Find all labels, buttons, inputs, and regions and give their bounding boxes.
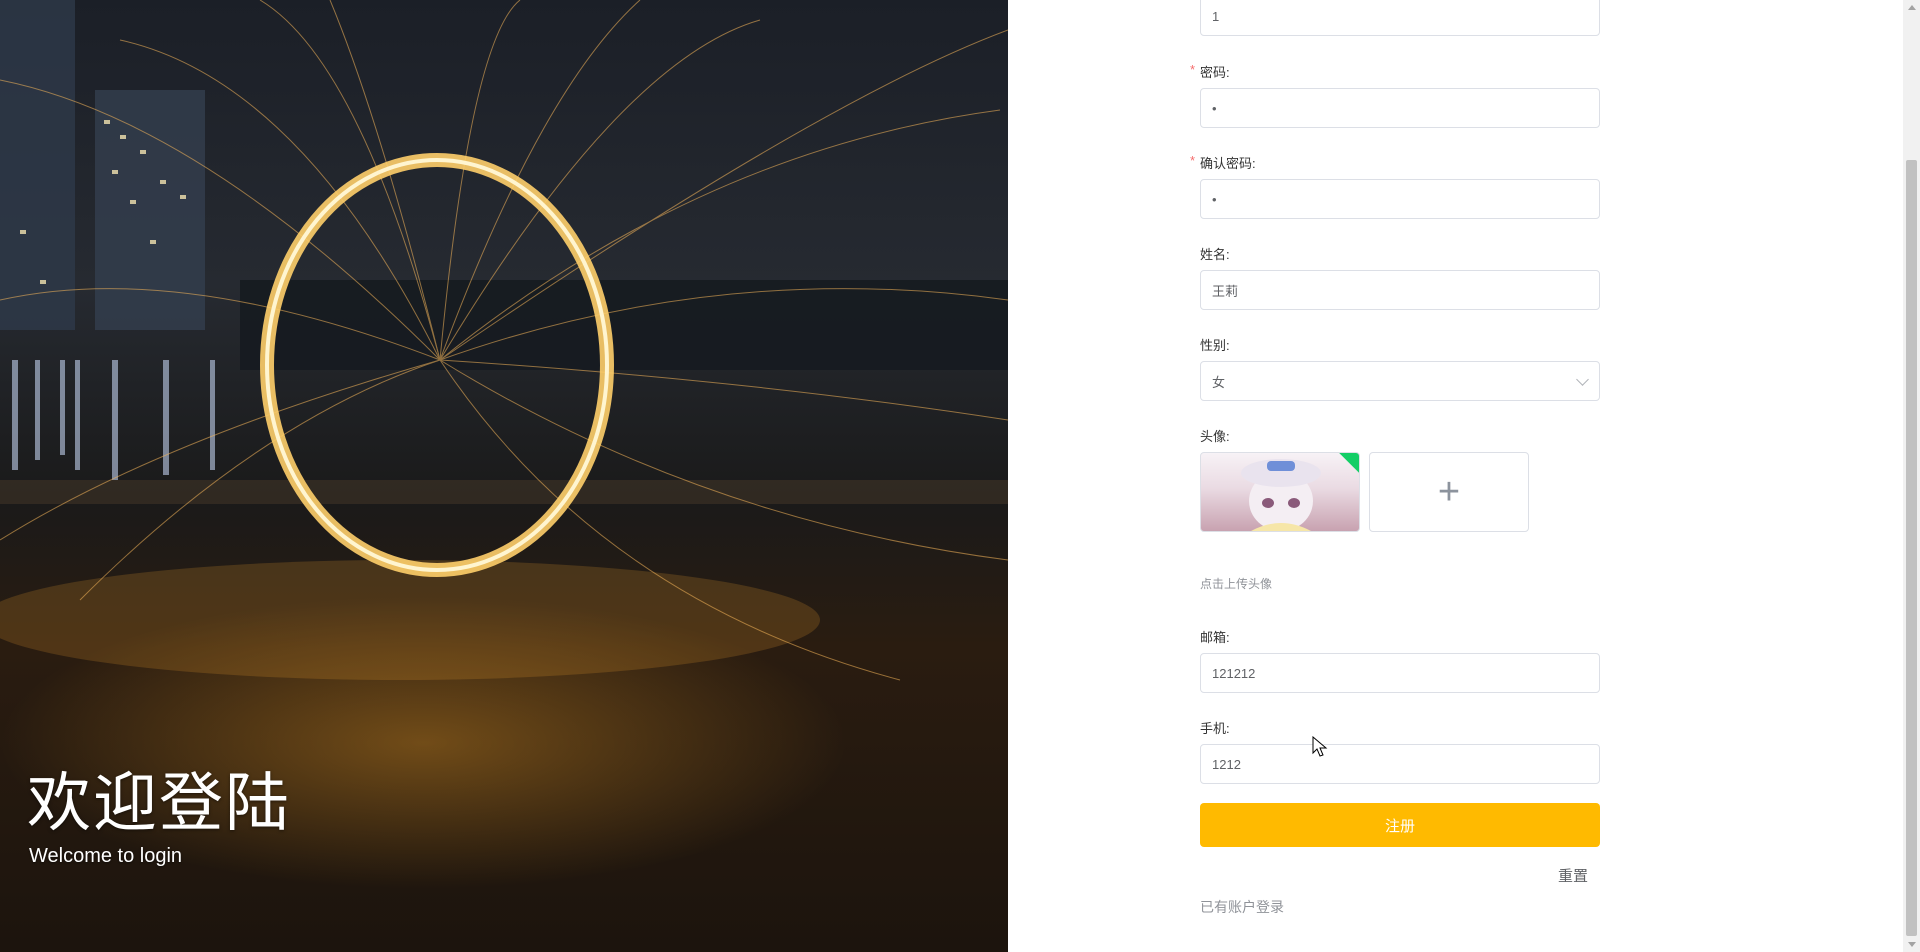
- avatar-preview[interactable]: [1200, 452, 1360, 532]
- hero-subtitle: Welcome to login: [29, 845, 183, 867]
- required-mark: *: [1190, 62, 1196, 77]
- email-input[interactable]: 121212: [1200, 653, 1600, 693]
- register-button[interactable]: 注册: [1200, 803, 1600, 847]
- chevron-down-icon: [1576, 373, 1589, 386]
- login-link[interactable]: 已有账户登录: [1200, 897, 1284, 917]
- register-page: 欢迎登陆 Welcome to login 1 * 密码: • * 确认密码: …: [0, 0, 1920, 952]
- name-input[interactable]: 王莉: [1200, 270, 1600, 310]
- hero-title: 欢迎登陆: [27, 767, 291, 841]
- confirm-password-label: * 确认密码:: [1190, 153, 1256, 171]
- avatar-label: 头像:: [1200, 429, 1230, 444]
- name-label: 姓名:: [1200, 247, 1230, 262]
- password-label: * 密码:: [1190, 62, 1230, 80]
- gender-select-value: 女: [1212, 374, 1226, 390]
- vertical-scrollbar[interactable]: [1903, 0, 1920, 952]
- required-mark: *: [1190, 153, 1196, 168]
- phone-input[interactable]: 1212: [1200, 744, 1600, 784]
- avatar-upload-button[interactable]: +: [1369, 452, 1529, 532]
- email-label: 邮箱:: [1200, 630, 1230, 645]
- username-input[interactable]: 1: [1200, 0, 1600, 36]
- plus-icon: +: [1437, 470, 1461, 513]
- scroll-thumb[interactable]: [1906, 160, 1917, 936]
- scroll-up-icon[interactable]: [1908, 5, 1916, 10]
- phone-label: 手机:: [1200, 721, 1230, 736]
- confirm-password-input[interactable]: •: [1200, 179, 1600, 219]
- gender-label: 性别:: [1200, 338, 1230, 353]
- avatar-image: [1241, 459, 1321, 531]
- password-input[interactable]: •: [1200, 88, 1600, 128]
- gender-select[interactable]: 女: [1200, 361, 1600, 401]
- avatar-upload-hint: 点击上传头像: [1200, 577, 1273, 591]
- hero-background-image: 欢迎登陆 Welcome to login: [0, 0, 1008, 952]
- mouse-cursor-icon: [1312, 736, 1328, 757]
- scroll-down-icon[interactable]: [1908, 942, 1916, 947]
- reset-button[interactable]: 重置: [1558, 865, 1588, 886]
